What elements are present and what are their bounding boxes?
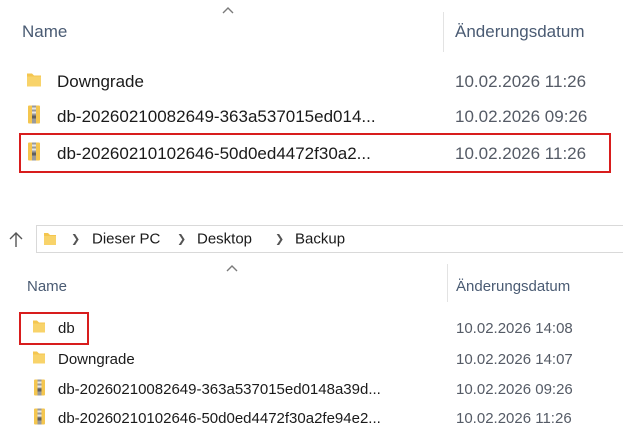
file-date: 10.02.2026 11:26 [455,144,587,163]
folder-icon [43,231,57,252]
list-item[interactable]: Downgrade 10.02.2026 11:26 [0,68,623,96]
breadcrumb-item[interactable]: Backup [295,231,345,248]
breadcrumb-item[interactable]: Dieser PC [92,231,160,248]
folder-icon [26,71,42,94]
file-name: db-20260210102646-50d0ed4472f30a2... [57,144,371,163]
column-divider[interactable] [443,12,444,52]
folder-icon [32,350,46,371]
chevron-right-icon[interactable]: ❯ [71,233,80,246]
column-divider[interactable] [447,264,448,302]
list-item[interactable]: Downgrade 10.02.2026 14:07 [0,346,623,374]
column-header-date[interactable]: Änderungsdatum [455,22,584,42]
breadcrumb-item[interactable]: Desktop [197,231,252,248]
chevron-right-icon[interactable]: ❯ [177,233,186,246]
list-item[interactable]: db-20260210082649-363a537015ed014... 10.… [0,103,623,131]
file-name: db [58,320,75,337]
file-name: Downgrade [57,72,144,91]
up-arrow-icon[interactable] [8,230,24,253]
file-name: db-20260210102646-50d0ed4472f30a2fe94e2.… [58,410,381,427]
file-name: Downgrade [58,351,135,368]
column-header-name[interactable]: Name [22,22,67,42]
list-item[interactable]: db-20260210102646-50d0ed4472f30a2fe94e2.… [0,405,623,433]
column-header-date[interactable]: Änderungsdatum [456,278,570,295]
file-date: 10.02.2026 11:26 [456,410,572,427]
file-date: 10.02.2026 09:26 [455,107,588,126]
list-item[interactable]: db 10.02.2026 14:08 [0,315,623,343]
folder-icon [32,319,46,340]
address-field[interactable]: ❯ Dieser PC ❯ Desktop ❯ Backup [36,225,623,253]
sort-ascending-icon[interactable] [222,6,234,16]
file-date: 10.02.2026 11:26 [455,72,587,91]
zip-folder-icon [27,142,41,167]
zip-folder-icon [33,408,46,431]
zip-folder-icon [33,379,46,402]
zip-folder-icon [27,105,41,130]
file-date: 10.02.2026 09:26 [456,381,573,398]
file-date: 10.02.2026 14:08 [456,320,573,337]
list-item[interactable]: db-20260210102646-50d0ed4472f30a2... 10.… [0,140,623,168]
column-header-name[interactable]: Name [27,278,67,295]
list-item[interactable]: db-20260210082649-363a537015ed0148a39d..… [0,376,623,404]
sort-ascending-icon[interactable] [226,264,238,274]
file-date: 10.02.2026 14:07 [456,351,573,368]
file-name: db-20260210082649-363a537015ed0148a39d..… [58,381,381,398]
file-name: db-20260210082649-363a537015ed014... [57,107,376,126]
chevron-right-icon[interactable]: ❯ [275,233,284,246]
address-bar: ❯ Dieser PC ❯ Desktop ❯ Backup [0,222,623,256]
